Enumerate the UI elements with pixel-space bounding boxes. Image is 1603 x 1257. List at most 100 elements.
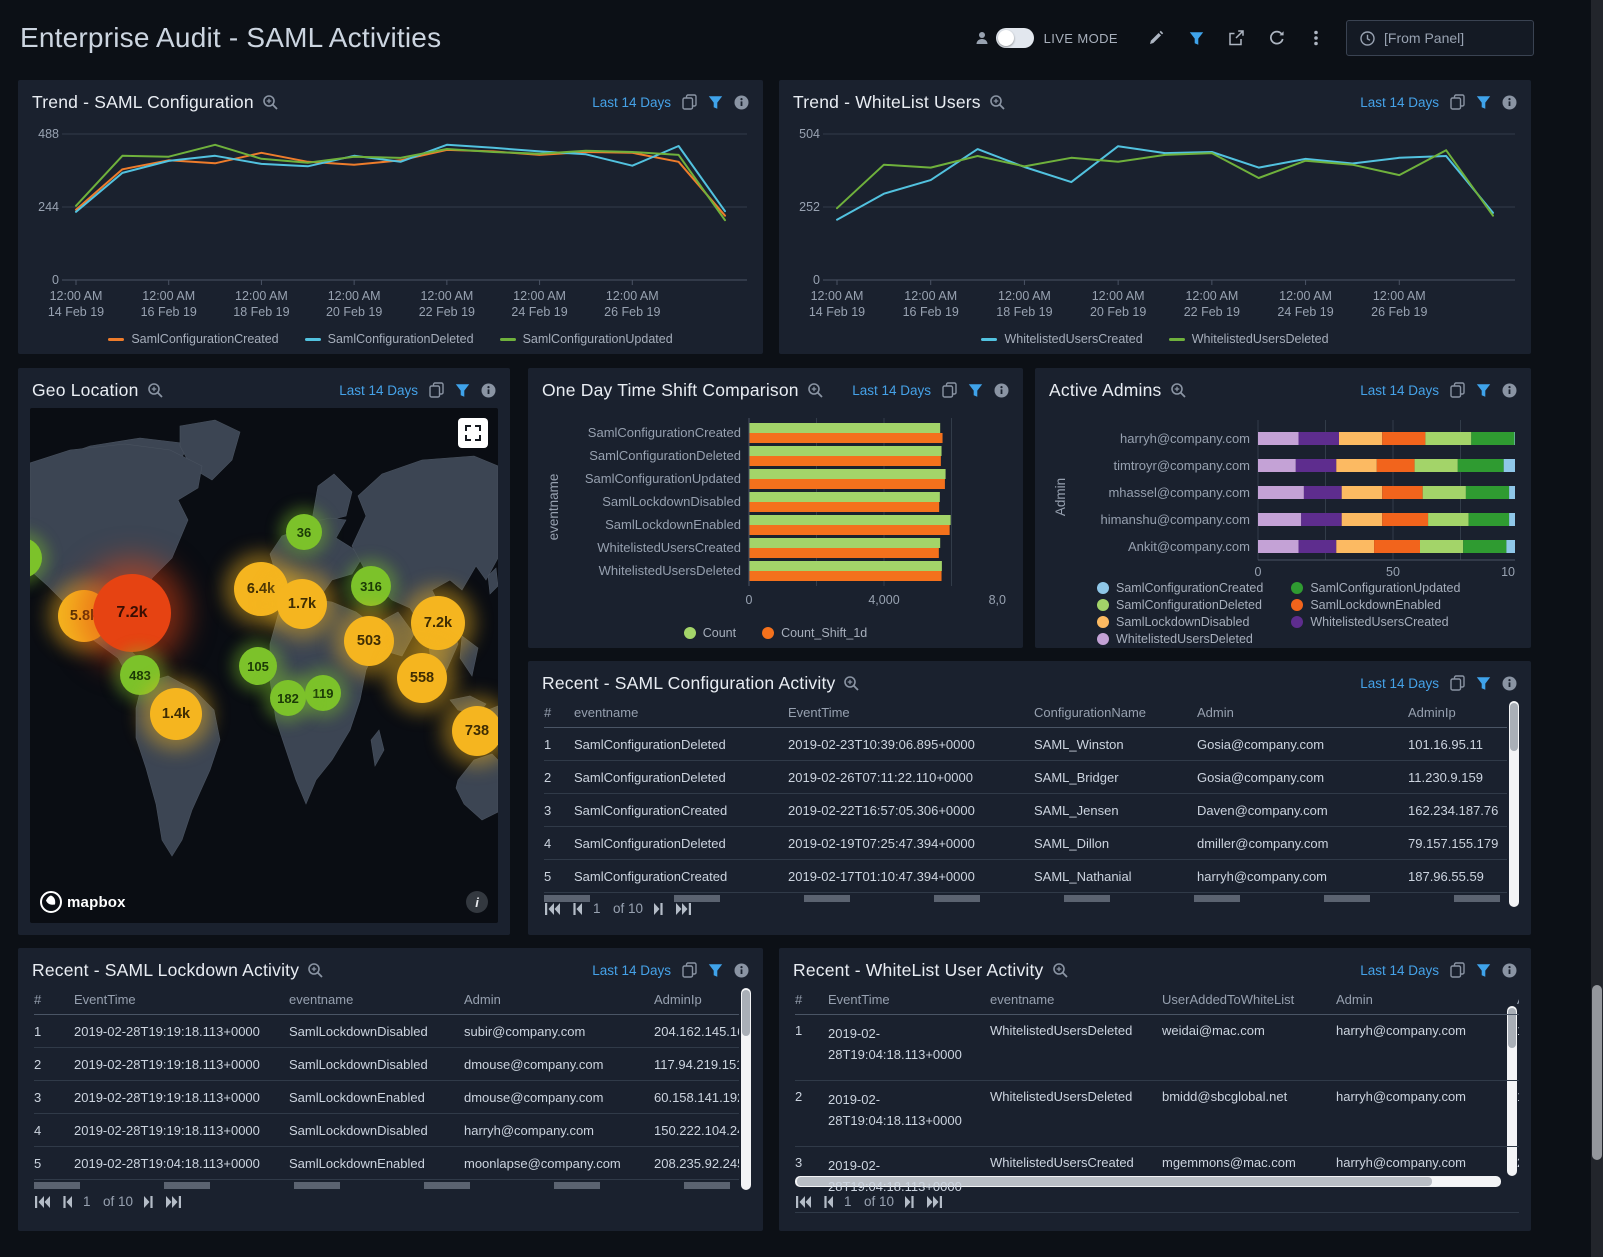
filter-icon[interactable] xyxy=(708,95,723,110)
table-row[interactable]: 22019-02-28T19:19:18.113+0000SamlLockdow… xyxy=(34,1048,739,1081)
column-header[interactable]: Admin xyxy=(1197,705,1408,720)
time-range-link[interactable]: Last 14 Days xyxy=(1360,963,1439,978)
next-page-button[interactable] xyxy=(143,1195,155,1209)
filter-icon[interactable] xyxy=(1476,95,1491,110)
time-range-link[interactable]: Last 14 Days xyxy=(592,963,671,978)
time-range-link[interactable]: Last 14 Days xyxy=(592,95,671,110)
share-icon[interactable] xyxy=(1216,30,1256,46)
copy-icon[interactable] xyxy=(1450,94,1465,110)
last-page-button[interactable] xyxy=(165,1195,182,1209)
legend-item[interactable]: SamlConfigurationCreated xyxy=(1097,580,1263,596)
first-page-button[interactable] xyxy=(34,1195,51,1209)
legend-item[interactable]: SamlConfigurationCreated xyxy=(108,332,278,346)
zoom-in-icon[interactable] xyxy=(1170,382,1187,399)
info-icon[interactable] xyxy=(1502,676,1517,691)
legend-item[interactable]: SamlLockdownDisabled xyxy=(1097,614,1263,630)
filter-icon[interactable] xyxy=(1476,676,1491,691)
legend-item[interactable]: WhitelistedUsersCreated xyxy=(981,332,1142,346)
legend-item[interactable]: Count_Shift_1d xyxy=(762,626,867,640)
table-row[interactable]: 42019-02-28T19:19:18.113+0000SamlLockdow… xyxy=(34,1114,739,1147)
map-cluster[interactable]: 1.7k xyxy=(277,579,327,629)
map-cluster[interactable]: 738 xyxy=(452,706,498,756)
column-header[interactable]: eventname xyxy=(574,705,788,720)
zoom-in-icon[interactable] xyxy=(307,962,324,979)
table-row[interactable]: 1SamlConfigurationDeleted2019-02-23T10:3… xyxy=(544,728,1507,761)
map-cluster[interactable]: 119 xyxy=(305,675,341,711)
table-row[interactable]: 22019-02-28T19:04:18.113+0000Whitelisted… xyxy=(795,1081,1519,1147)
info-icon[interactable] xyxy=(1502,383,1517,398)
more-menu-icon[interactable] xyxy=(1296,30,1336,46)
page-number[interactable]: 1 xyxy=(593,901,603,916)
info-icon[interactable] xyxy=(734,963,749,978)
copy-icon[interactable] xyxy=(942,382,957,398)
time-range-link[interactable]: Last 14 Days xyxy=(1360,383,1439,398)
edit-icon[interactable] xyxy=(1136,30,1176,46)
page-scrollbar-thumb[interactable] xyxy=(1592,985,1602,1160)
legend-item[interactable]: WhitelistedUsersDeleted xyxy=(1097,631,1263,647)
time-range-link[interactable]: Last 14 Days xyxy=(339,383,418,398)
map-cluster[interactable]: 7.2k xyxy=(93,574,171,652)
time-range-link[interactable]: Last 14 Days xyxy=(1360,676,1439,691)
legend-item[interactable]: Count xyxy=(684,626,736,640)
info-icon[interactable] xyxy=(994,383,1009,398)
column-header[interactable]: AdminIp xyxy=(1517,992,1519,1007)
column-header[interactable]: Admin xyxy=(464,992,654,1007)
time-range-link[interactable]: Last 14 Days xyxy=(852,383,931,398)
prev-page-button[interactable] xyxy=(571,902,583,916)
table-scrollbar[interactable] xyxy=(1509,701,1519,907)
info-icon[interactable] xyxy=(734,95,749,110)
table-row[interactable]: 32019-02-28T19:19:18.113+0000SamlLockdow… xyxy=(34,1081,739,1114)
filter-icon[interactable] xyxy=(1476,383,1491,398)
filter-icon[interactable] xyxy=(968,383,983,398)
column-header[interactable]: # xyxy=(544,705,574,720)
legend-item[interactable]: WhitelistedUsersCreated xyxy=(1291,614,1460,630)
zoom-in-icon[interactable] xyxy=(843,675,860,692)
copy-icon[interactable] xyxy=(682,962,697,978)
table-row[interactable]: 32019-02-28T19:04:18.113+0000Whitelisted… xyxy=(795,1147,1519,1213)
zoom-in-icon[interactable] xyxy=(807,382,824,399)
zoom-in-icon[interactable] xyxy=(1052,962,1069,979)
table-row[interactable]: 3SamlConfigurationCreated2019-02-22T16:5… xyxy=(544,794,1507,827)
info-icon[interactable] xyxy=(481,383,496,398)
column-header[interactable]: eventname xyxy=(990,992,1162,1007)
table-row[interactable]: 12019-02-28T19:19:18.113+0000SamlLockdow… xyxy=(34,1015,739,1048)
zoom-in-icon[interactable] xyxy=(989,94,1006,111)
zoom-in-icon[interactable] xyxy=(147,382,164,399)
column-header[interactable]: # xyxy=(34,992,74,1007)
table-row[interactable]: 52019-02-28T19:04:18.113+0000SamlLockdow… xyxy=(34,1147,739,1180)
map-cluster[interactable]: 105 xyxy=(239,647,277,685)
next-page-button[interactable] xyxy=(653,902,665,916)
page-number[interactable]: 1 xyxy=(83,1194,93,1209)
table-scrollbar[interactable] xyxy=(741,988,751,1190)
legend-item[interactable]: SamlConfigurationDeleted xyxy=(305,332,474,346)
map-cluster[interactable]: 36 xyxy=(286,514,322,550)
mapbox-logo[interactable]: mapbox xyxy=(40,891,126,913)
column-header[interactable]: EventTime xyxy=(74,992,289,1007)
time-range-link[interactable]: Last 14 Days xyxy=(1360,95,1439,110)
column-header[interactable]: UserAddedToWhiteList xyxy=(1162,992,1336,1007)
column-header[interactable]: AdminIp xyxy=(654,992,739,1007)
map-cluster[interactable]: 182 xyxy=(270,680,306,716)
filter-icon[interactable] xyxy=(708,963,723,978)
copy-icon[interactable] xyxy=(1450,962,1465,978)
copy-icon[interactable] xyxy=(682,94,697,110)
column-header[interactable]: # xyxy=(795,992,828,1007)
map-cluster[interactable]: 316 xyxy=(351,566,391,606)
copy-icon[interactable] xyxy=(429,382,444,398)
last-page-button[interactable] xyxy=(675,902,692,916)
legend-item[interactable]: WhitelistedUsersDeleted xyxy=(1169,332,1329,346)
table-row[interactable]: 4SamlConfigurationDeleted2019-02-19T07:2… xyxy=(544,827,1507,860)
legend-item[interactable]: SamlConfigurationDeleted xyxy=(1097,597,1263,613)
filter-icon[interactable] xyxy=(455,383,470,398)
copy-icon[interactable] xyxy=(1450,675,1465,691)
map-cluster[interactable]: 503 xyxy=(344,616,394,666)
refresh-icon[interactable] xyxy=(1256,30,1296,46)
column-header[interactable]: ConfigurationName xyxy=(1034,705,1197,720)
legend-item[interactable]: SamlConfigurationUpdated xyxy=(1291,580,1460,596)
column-header[interactable]: Admin xyxy=(1336,992,1517,1007)
filter-icon[interactable] xyxy=(1476,963,1491,978)
map-cluster[interactable]: 7.2k xyxy=(411,596,465,650)
map-cluster[interactable]: 483 xyxy=(120,655,160,695)
legend-item[interactable]: SamlLockdownEnabled xyxy=(1291,597,1460,613)
table-row[interactable]: 5SamlConfigurationCreated2019-02-17T01:1… xyxy=(544,860,1507,893)
